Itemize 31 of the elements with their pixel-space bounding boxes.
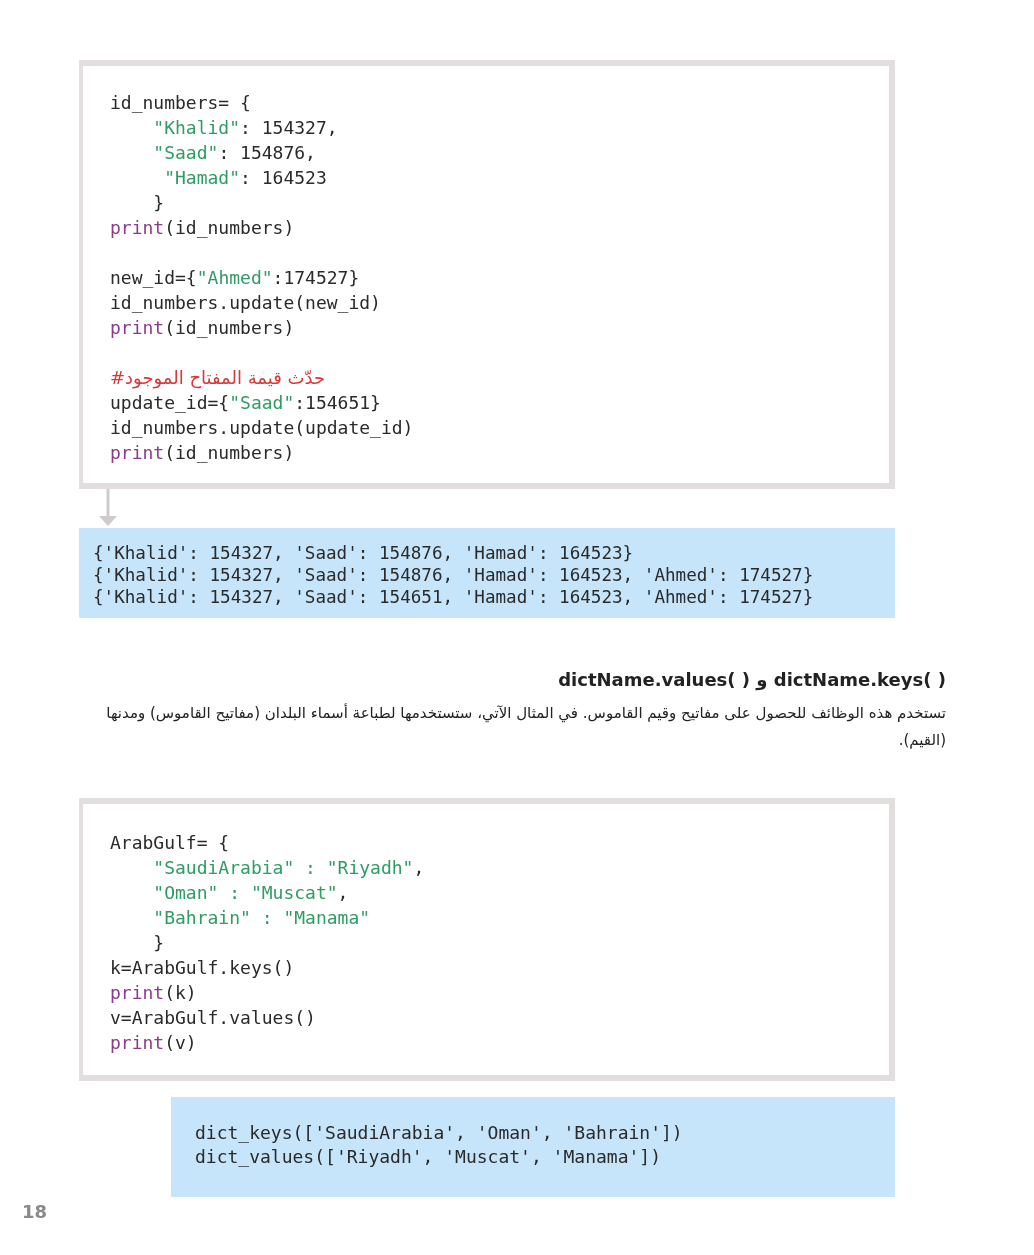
code-line: } bbox=[152, 191, 166, 215]
page-number: 18 bbox=[22, 1201, 48, 1222]
section-heading: dictName.values( ) و dictName.keys( ) bbox=[558, 668, 946, 692]
code-line: id_numbers= { bbox=[110, 91, 252, 115]
code-line: update_id={"Saad":154651} bbox=[110, 391, 382, 415]
code-line: print(id_numbers) bbox=[110, 316, 296, 340]
paragraph: تستخدم هذه الوظائف للحصول على مفاتيح وقيم القاموس. في المثال الآتي، ستستخدمها لطباعة أسماء البلدان (مفاتيح القاموس) ومدنها (القيم). bbox=[105, 702, 946, 751]
code-line: new_id={"Ahmed":174527} bbox=[110, 266, 361, 290]
code-line: print(v) bbox=[110, 1031, 198, 1055]
output-line: dict_values(['Riyadh', 'Muscat', 'Manama']) bbox=[195, 1145, 662, 1169]
code-line: v=ArabGulf.values() bbox=[110, 1006, 317, 1030]
code-line: k=ArabGulf.keys() bbox=[110, 956, 296, 980]
output-line: dict_keys(['SaudiArabia', 'Oman', 'Bahrain']) bbox=[195, 1121, 684, 1145]
code-line: print(k) bbox=[110, 981, 198, 1005]
code-line: "Bahrain" : "Manama" bbox=[152, 906, 372, 930]
code-line: id_numbers.update(new_id) bbox=[110, 291, 382, 315]
code-line: print(id_numbers) bbox=[110, 441, 296, 465]
code-line: "SaudiArabia" : "Riyadh", bbox=[152, 856, 426, 880]
code-line: id_numbers.update(update_id) bbox=[110, 416, 415, 440]
code-line: "Oman" : "Muscat", bbox=[152, 881, 350, 905]
code-line: } bbox=[152, 931, 166, 955]
down-arrow-icon bbox=[99, 489, 117, 526]
output-line: {'Khalid': 154327, 'Saad': 154876, 'Hamad': 164523} bbox=[93, 542, 635, 564]
code-line: "Hamad": 164523 bbox=[163, 166, 328, 190]
output-line: {'Khalid': 154327, 'Saad': 154876, 'Hamad': 164523, 'Ahmed': 174527} bbox=[93, 564, 815, 586]
code-line: print(id_numbers) bbox=[110, 216, 296, 240]
code-line: "Saad": 154876, bbox=[152, 141, 317, 165]
output-line: {'Khalid': 154327, 'Saad': 154651, 'Hamad': 164523, 'Ahmed': 174527} bbox=[93, 586, 815, 608]
code-line: ArabGulf= { bbox=[110, 831, 231, 855]
code-line: "Khalid": 154327, bbox=[152, 116, 339, 140]
code-line: #حدّث قيمة المفتاح الموجود bbox=[110, 366, 327, 390]
